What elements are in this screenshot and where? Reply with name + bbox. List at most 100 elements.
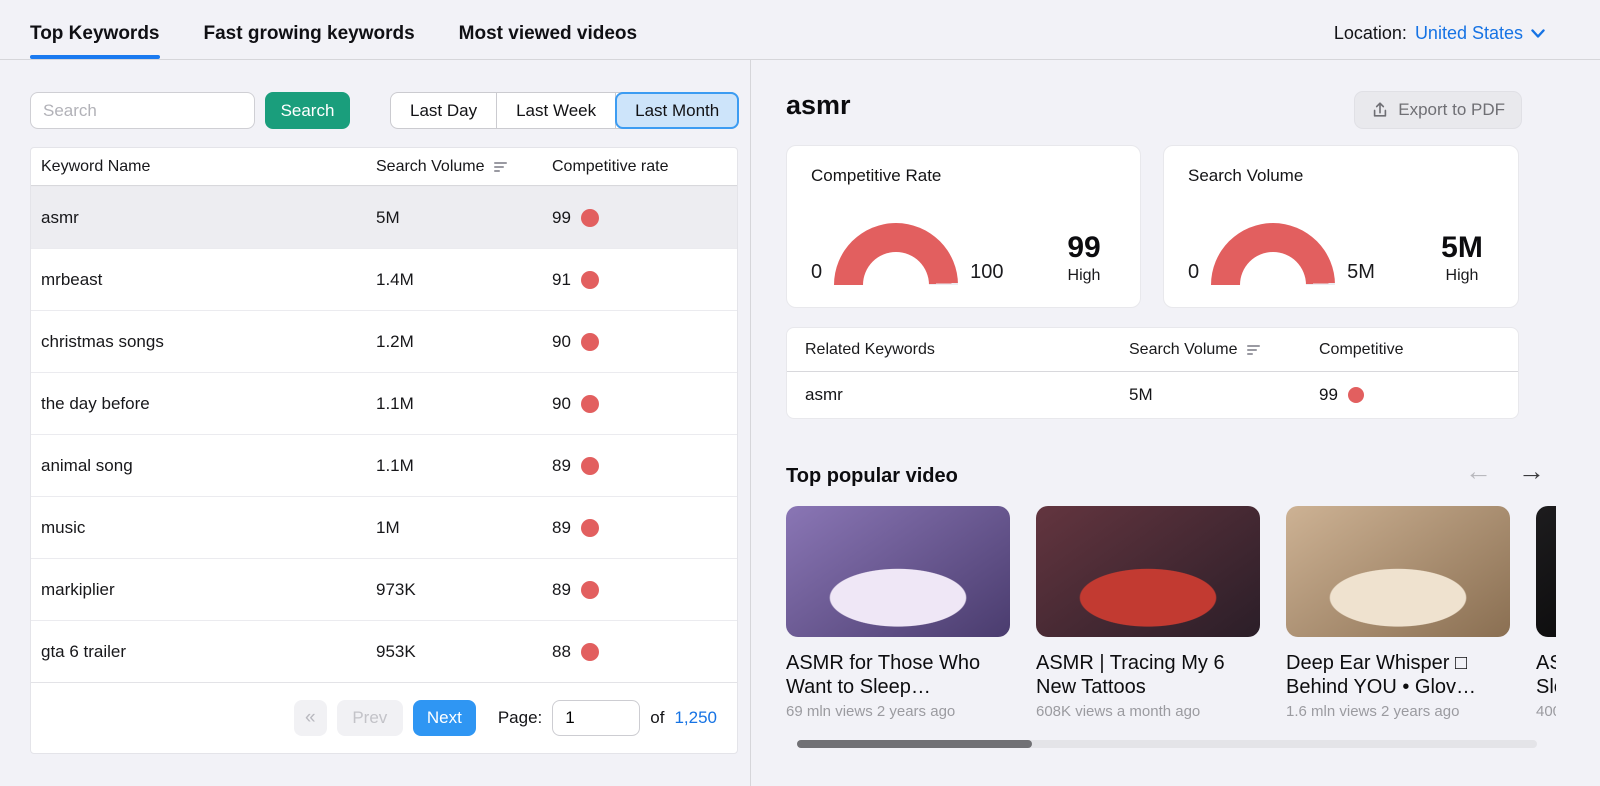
cell-volume: 973K	[376, 580, 552, 600]
table-row[interactable]: markiplier 973K 89	[31, 558, 737, 620]
location-label: Location:	[1334, 23, 1407, 44]
video-thumbnail[interactable]	[1036, 506, 1260, 637]
cell-keyword: asmr	[787, 385, 1129, 405]
gauge-title: Competitive Rate	[811, 166, 1116, 186]
cell-rate: 89	[552, 456, 737, 476]
tab-most-viewed-videos[interactable]: Most viewed videos	[459, 0, 637, 59]
keyword-detail-panel: asmr Export to PDF Competitive Rate 0 10…	[752, 60, 1600, 786]
sort-icon[interactable]	[494, 162, 507, 172]
cell-volume: 1.2M	[376, 332, 552, 352]
related-table-row[interactable]: asmr 5M 99	[787, 372, 1518, 418]
cell-keyword: gta 6 trailer	[31, 642, 376, 662]
next-page-button[interactable]: Next	[413, 700, 476, 736]
video-meta: 1.6 mln views 2 years ago	[1286, 703, 1510, 720]
filter-last-day[interactable]: Last Day	[391, 93, 497, 128]
carousel-controls: ← →	[1465, 458, 1545, 485]
search-button[interactable]: Search	[265, 92, 350, 129]
prev-page-button[interactable]: Prev	[337, 700, 403, 736]
gauge-value: 5M	[1430, 231, 1494, 265]
cell-rate: 89	[552, 518, 737, 538]
competitive-rate-card: Competitive Rate 0 100 99 High	[786, 145, 1141, 308]
top-popular-video-heading: Top popular video	[786, 465, 958, 488]
first-page-button[interactable]: «	[294, 700, 327, 736]
competitive-dot	[581, 395, 599, 413]
cell-keyword: asmr	[31, 208, 376, 228]
export-icon	[1371, 101, 1389, 119]
table-row[interactable]: animal song 1.1M 89	[31, 434, 737, 496]
selected-keyword-title: asmr	[786, 90, 851, 121]
cell-rate: 90	[552, 332, 737, 352]
sort-icon[interactable]	[1247, 345, 1260, 355]
competitive-dot	[581, 457, 599, 475]
of-label: of	[650, 708, 664, 728]
chevron-down-icon	[1531, 29, 1545, 39]
related-table-header: Related Keywords Search Volume Competiti…	[787, 328, 1518, 372]
video-meta: 608K views a month ago	[1036, 703, 1260, 720]
page-label: Page:	[498, 708, 542, 728]
video-card[interactable]: ASMR | Tracing My 6 New Tattoos 608K vie…	[1036, 506, 1260, 728]
column-search-volume: Search Volume	[376, 158, 485, 176]
cell-volume: 1.1M	[376, 456, 552, 476]
page-number-input[interactable]	[552, 700, 640, 736]
column-competitive: Competitive	[1319, 341, 1518, 359]
video-thumbnail[interactable]	[1286, 506, 1510, 637]
video-title[interactable]: Deep Ear Whisper □ Behind YOU • Glov…	[1286, 651, 1510, 699]
cell-keyword: mrbeast	[31, 270, 376, 290]
table-row[interactable]: christmas songs 1.2M 90	[31, 310, 737, 372]
cell-keyword: music	[31, 518, 376, 538]
video-carousel: ASMR for Those Who Want to Sleep… 69 mln…	[786, 506, 1556, 728]
export-to-pdf-button[interactable]: Export to PDF	[1354, 91, 1522, 129]
cell-volume: 1.4M	[376, 270, 552, 290]
carousel-scrollbar-thumb[interactable]	[797, 740, 1032, 748]
video-title[interactable]: ASMR | Tracing My 6 New Tattoos	[1036, 651, 1260, 699]
video-thumbnail[interactable]	[786, 506, 1010, 637]
competitive-dot	[1348, 387, 1364, 403]
table-row[interactable]: the day before 1.1M 90	[31, 372, 737, 434]
cell-volume: 5M	[376, 208, 552, 228]
cell-keyword: markiplier	[31, 580, 376, 600]
competitive-dot	[581, 333, 599, 351]
competitive-dot	[581, 271, 599, 289]
filter-last-month[interactable]: Last Month	[615, 92, 739, 129]
cell-rate: 91	[552, 270, 737, 290]
gauge-value: 99	[1052, 231, 1116, 265]
table-row[interactable]: music 1M 89	[31, 496, 737, 558]
video-card[interactable]: ASMR for Those Who Want to Sleep… 69 mln…	[786, 506, 1010, 728]
pagination: « Prev Next Page: of 1,250	[31, 682, 737, 753]
total-pages[interactable]: 1,250	[674, 708, 717, 728]
table-row[interactable]: mrbeast 1.4M 91	[31, 248, 737, 310]
filter-last-week[interactable]: Last Week	[497, 93, 616, 128]
search-volume-card: Search Volume 0 5M 5M High	[1163, 145, 1519, 308]
gauge-level: High	[1430, 267, 1494, 285]
location-value[interactable]: United States	[1415, 23, 1523, 44]
carousel-next-icon[interactable]: →	[1518, 458, 1545, 485]
gauge-max-label: 5M	[1347, 261, 1375, 285]
carousel-prev-icon[interactable]: ←	[1465, 458, 1492, 485]
keyword-tool-app: Top Keywords Fast growing keywords Most …	[0, 0, 1600, 786]
competitive-dot	[581, 209, 599, 227]
cell-keyword: animal song	[31, 456, 376, 476]
video-title[interactable]: ASMR for Those Who Want to Sleep…	[786, 651, 1010, 699]
video-meta: 400	[1536, 703, 1556, 720]
video-thumbnail[interactable]	[1536, 506, 1556, 637]
cell-rate: 99	[552, 208, 737, 228]
gauge-chart	[1211, 223, 1335, 285]
video-meta: 69 mln views 2 years ago	[786, 703, 1010, 720]
table-row[interactable]: gta 6 trailer 953K 88	[31, 620, 737, 682]
gauge-chart	[834, 223, 958, 285]
cell-keyword: the day before	[31, 394, 376, 414]
video-card[interactable]: ASMR Sle 400	[1536, 506, 1556, 728]
competitive-dot	[581, 581, 599, 599]
carousel-scrollbar-track[interactable]	[797, 740, 1537, 748]
search-input[interactable]	[30, 92, 255, 129]
tab-fast-growing-keywords[interactable]: Fast growing keywords	[204, 0, 415, 59]
nav-tabs: Top Keywords Fast growing keywords Most …	[30, 0, 637, 59]
table-row[interactable]: asmr 5M 99	[31, 186, 737, 248]
export-label: Export to PDF	[1398, 100, 1505, 120]
video-title[interactable]: ASMR Sle	[1536, 651, 1556, 699]
cell-volume: 5M	[1129, 385, 1319, 405]
video-card[interactable]: Deep Ear Whisper □ Behind YOU • Glov… 1.…	[1286, 506, 1510, 728]
tab-top-keywords[interactable]: Top Keywords	[30, 0, 160, 59]
competitive-dot	[581, 643, 599, 661]
location-selector[interactable]: Location: United States	[1334, 0, 1545, 60]
